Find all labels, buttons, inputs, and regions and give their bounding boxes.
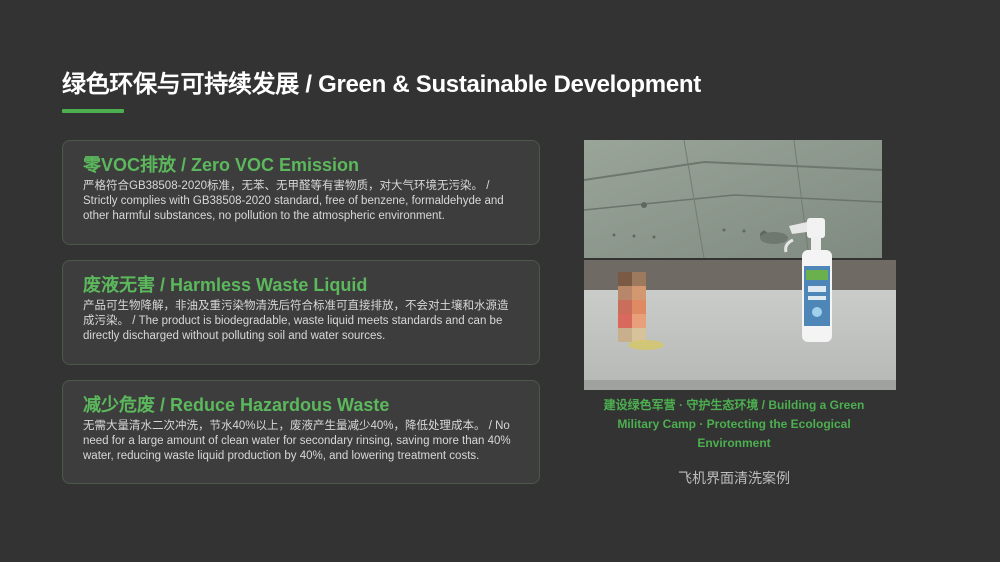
- card-title: 零VOC排放 / Zero VOC Emission: [83, 155, 360, 175]
- title-underline: [62, 109, 124, 113]
- card-title: 废液无害 / Harmless Waste Liquid: [83, 275, 368, 295]
- aircraft-cleaning-photo: [584, 140, 896, 390]
- card-zero-voc: 零VOC排放 / Zero VOC Emission 严格符合GB38508-2…: [62, 140, 540, 245]
- photo-caption: 建设绿色军营 · 守护生态环境 / Building a Green Milit…: [603, 398, 865, 450]
- card-body: 产品可生物降解，非油及重污染物清洗后符合标准可直接排放，不会对土壤和水源造成污染…: [83, 300, 509, 342]
- card-reduce-hazardous: 减少危废 / Reduce Hazardous Waste 无需大量清水二次冲洗…: [62, 380, 540, 484]
- page-title: 绿色环保与可持续发展 / Green & Sustainable Develop…: [62, 71, 701, 98]
- card-title: 减少危废 / Reduce Hazardous Waste: [83, 395, 390, 415]
- card-body: 无需大量清水二次冲洗，节水40%以上，废液产生量减少40%，降低处理成本。 / …: [83, 420, 511, 462]
- card-harmless-waste: 废液无害 / Harmless Waste Liquid 产品可生物降解，非油及…: [62, 260, 540, 365]
- photo-subcaption: 飞机界面清洗案例: [678, 471, 790, 487]
- card-body: 严格符合GB38508-2020标准，无苯、无甲醛等有害物质，对大气环境无污染。…: [83, 180, 504, 222]
